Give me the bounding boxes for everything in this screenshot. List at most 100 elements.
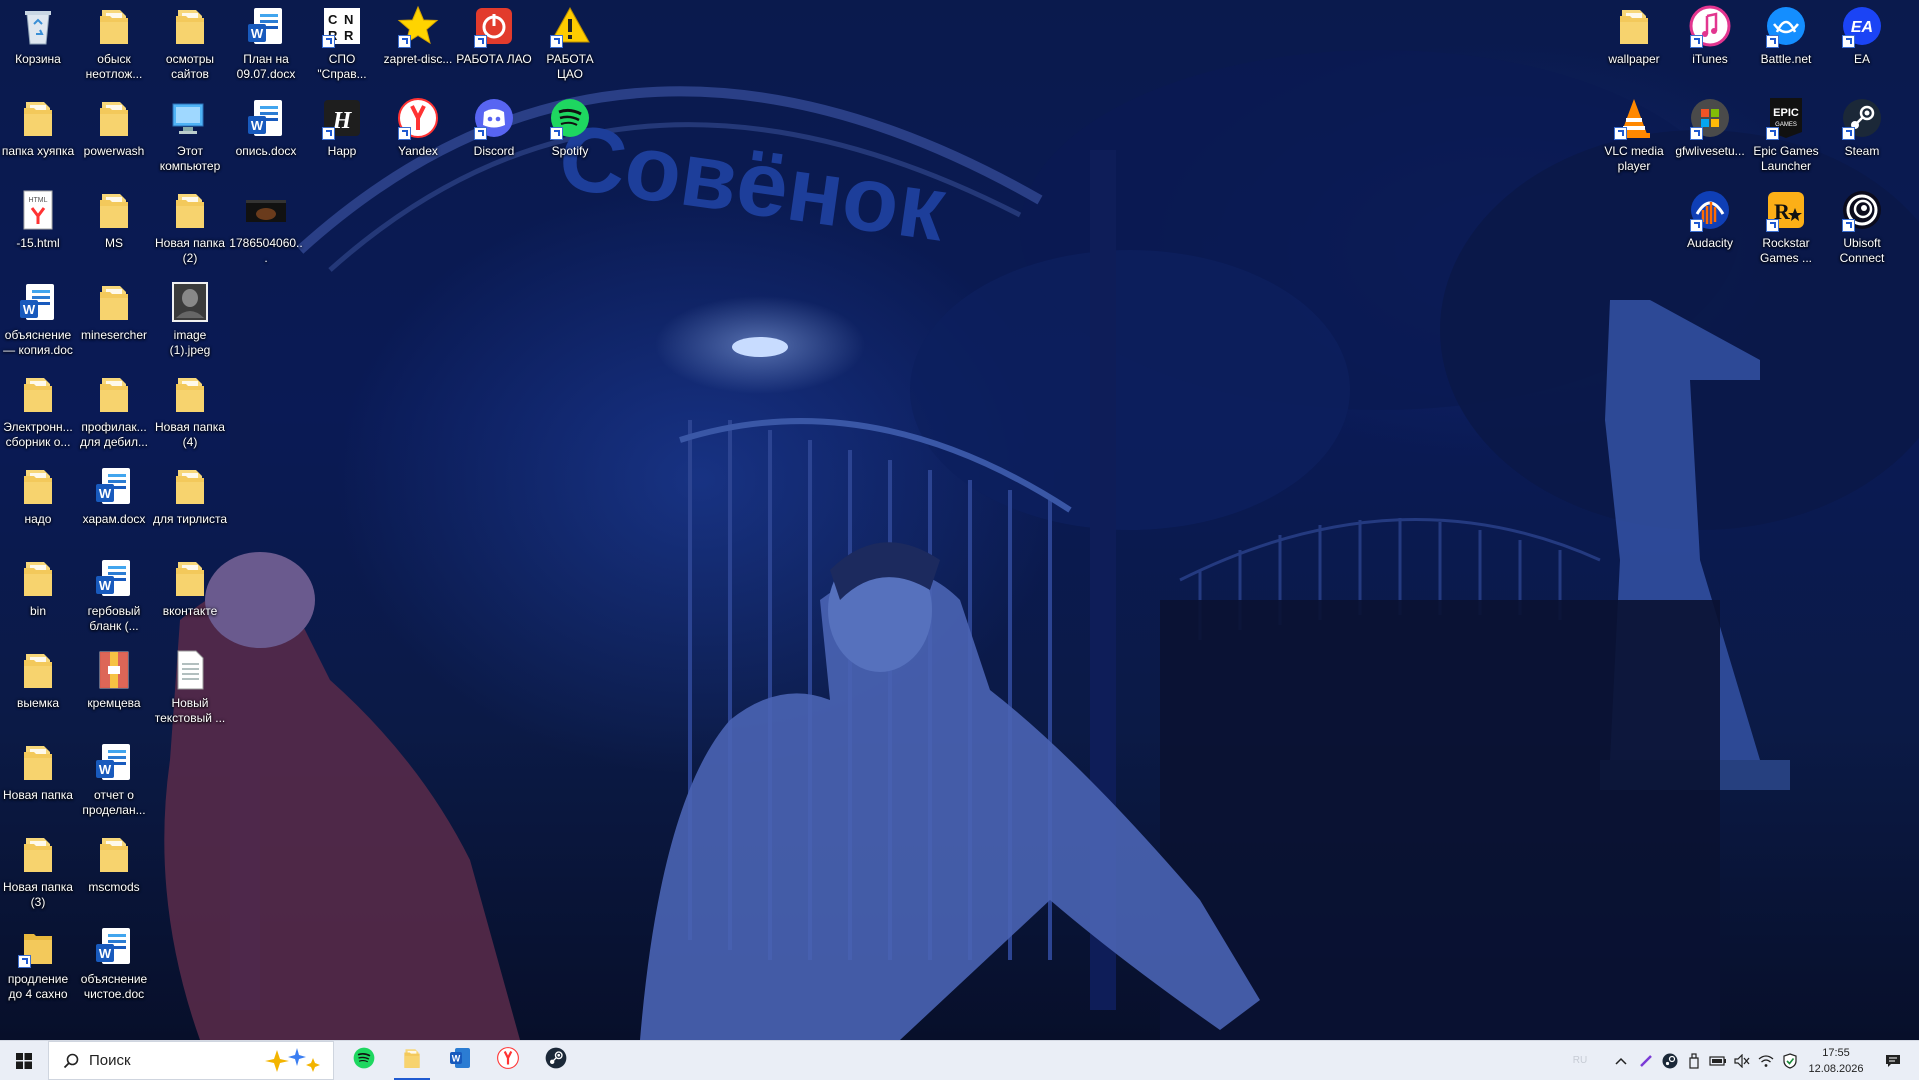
desktop-icon[interactable]: Ubisoft Connect	[1824, 184, 1900, 276]
desktop-icon[interactable]: Wотчет о проделан...	[76, 736, 152, 828]
svg-text:W: W	[251, 118, 264, 133]
show-hidden-icons-button[interactable]	[1610, 1041, 1632, 1080]
tray-usb-icon[interactable]	[1683, 1041, 1705, 1080]
notifications-button[interactable]	[1873, 1041, 1913, 1080]
desktop-icon[interactable]: для тирлиста	[152, 460, 228, 552]
desktop-icon[interactable]: bin	[0, 552, 76, 644]
folder-icon	[16, 372, 60, 416]
language-indicator[interactable]: RU	[1570, 1041, 1590, 1080]
desktop-icon[interactable]: осмотры сайтов	[152, 0, 228, 92]
desktop-icon-label: 1786504060...	[229, 236, 303, 265]
wifi-icon	[1758, 1054, 1774, 1067]
desktop-icon[interactable]: Электронн... сборник о...	[0, 368, 76, 460]
taskbar-app-steam[interactable]	[532, 1041, 580, 1080]
tray-steam-icon[interactable]	[1659, 1041, 1681, 1080]
desktop-icon[interactable]: H Happ	[304, 92, 380, 184]
shortcut-arrow-icon	[1766, 219, 1779, 232]
desktop-icon[interactable]: iTunes	[1672, 0, 1748, 92]
spotify-icon	[352, 1046, 376, 1075]
desktop-icon[interactable]: CNRR СПО "Справ...	[304, 0, 380, 92]
pen-icon	[1640, 1054, 1652, 1067]
windows-logo-icon	[16, 1052, 32, 1069]
desktop-icon[interactable]: Battle.net	[1748, 0, 1824, 92]
taskbar-app-file-explorer[interactable]	[388, 1041, 436, 1080]
folder-icon	[168, 188, 212, 232]
notification-icon	[1886, 1054, 1900, 1067]
desktop-icon[interactable]: обыск неотлож...	[76, 0, 152, 92]
desktop-icon[interactable]: Wгербовый бланк (...	[76, 552, 152, 644]
desktop-icon[interactable]: VLC media player	[1596, 92, 1672, 184]
word-document-icon: W	[92, 924, 136, 968]
desktop-icon[interactable]: W План на 09.07.docx	[228, 0, 304, 92]
desktop-icon[interactable]: РАБОТА ЛАО	[456, 0, 532, 92]
desktop-icon[interactable]: Новый текстовый ...	[152, 644, 228, 736]
svg-text:EPIC: EPIC	[1773, 107, 1799, 119]
desktop-icon[interactable]: Корзина	[0, 0, 76, 92]
desktop-icon[interactable]: Новая папка (3)	[0, 828, 76, 920]
desktop-icon[interactable]: Wобъяснение — копия.doc	[0, 276, 76, 368]
desktop-icon[interactable]: папка хуяпка	[0, 92, 76, 184]
taskbar-app-spotify[interactable]	[340, 1041, 388, 1080]
vlc-icon	[1612, 96, 1656, 140]
desktop-icon-label: wallpaper	[1608, 52, 1660, 66]
desktop-icon[interactable]: wallpaper	[1596, 0, 1672, 92]
search-box[interactable]: Поиск	[48, 1041, 334, 1080]
desktop-icon[interactable]: кремцева	[76, 644, 152, 736]
shortcut-arrow-icon	[474, 35, 487, 48]
taskbar-app-word[interactable]: W	[436, 1041, 484, 1080]
start-button[interactable]	[0, 1041, 48, 1080]
desktop-icon-label: кремцева	[87, 696, 141, 710]
desktop-icon[interactable]: вконтакте	[152, 552, 228, 644]
svg-text:W: W	[99, 762, 112, 777]
desktop-icon[interactable]: Steam	[1824, 92, 1900, 184]
desktop-icon-label: Discord	[473, 144, 515, 158]
desktop-icon-label: Корзина	[15, 52, 61, 66]
desktop-icon[interactable]: mscmods	[76, 828, 152, 920]
svg-text:R: R	[344, 28, 354, 43]
desktop-icon-label: вконтакте	[162, 604, 218, 618]
desktop-icon[interactable]: HTML -15.html	[0, 184, 76, 276]
desktop-icon-label: объяснение — копия.doc	[3, 328, 73, 357]
svg-text:W: W	[99, 486, 112, 501]
desktop-icon[interactable]: Новая папка (4)	[152, 368, 228, 460]
taskbar-app-yandex[interactable]	[484, 1041, 532, 1080]
folder-icon	[16, 556, 60, 600]
tray-battery-icon[interactable]	[1707, 1041, 1729, 1080]
desktop-icon[interactable]: MS	[76, 184, 152, 276]
clock[interactable]: 17:55 12.08.2026	[1803, 1041, 1869, 1080]
desktop-icon[interactable]: Yandex	[380, 92, 456, 184]
yandex-browser-icon	[396, 96, 440, 140]
desktop-icon[interactable]: EPIC GAMES Epic Games Launcher	[1748, 92, 1824, 184]
desktop-icon[interactable]: профилак... для дебил...	[76, 368, 152, 460]
desktop-icon[interactable]: Discord	[456, 92, 532, 184]
desktop-icon-label: РАБОТА ЦАО	[546, 52, 594, 81]
desktop-icon[interactable]: Новая папка	[0, 736, 76, 828]
desktop-icon[interactable]: EA EA	[1824, 0, 1900, 92]
desktop-icon[interactable]: Wхарам.docx	[76, 460, 152, 552]
tray-volume-icon[interactable]	[1731, 1041, 1753, 1080]
desktop-icon-label: продление до 4 сахно	[7, 972, 69, 1001]
desktop-icon[interactable]: powerwash	[76, 92, 152, 184]
desktop-icon[interactable]: 1786504060...	[228, 184, 304, 276]
desktop-icon[interactable]: Этот компьютер	[152, 92, 228, 184]
desktop-icon[interactable]: image (1).jpeg	[152, 276, 228, 368]
desktop-icon[interactable]: надо	[0, 460, 76, 552]
tray-pen-icon[interactable]	[1635, 1041, 1657, 1080]
desktop-icon[interactable]: продление до 4 сахно	[0, 920, 76, 1012]
tray-network-icon[interactable]	[1755, 1041, 1777, 1080]
desktop-icon[interactable]: Новая папка (2)	[152, 184, 228, 276]
desktop-icon[interactable]: Audacity	[1672, 184, 1748, 276]
desktop-icon[interactable]: РАБОТА ЦАО	[532, 0, 608, 92]
desktop-icon[interactable]: zapret-disc...	[380, 0, 456, 92]
desktop-icon[interactable]: Wобъяснение чистое.doc	[76, 920, 152, 1012]
desktop-icon[interactable]: выемка	[0, 644, 76, 736]
desktop-icon[interactable]: gfwlivesetu...	[1672, 92, 1748, 184]
desktop-icon[interactable]: Wопись.docx	[228, 92, 304, 184]
desktop-icon[interactable]: R Rockstar Games ...	[1748, 184, 1824, 276]
text-file-icon	[168, 648, 212, 692]
tray-security-icon[interactable]	[1779, 1041, 1801, 1080]
desktop-icon[interactable]: Spotify	[532, 92, 608, 184]
folder-icon	[168, 372, 212, 416]
folder-icon	[92, 96, 136, 140]
desktop-icon[interactable]: minesercher	[76, 276, 152, 368]
